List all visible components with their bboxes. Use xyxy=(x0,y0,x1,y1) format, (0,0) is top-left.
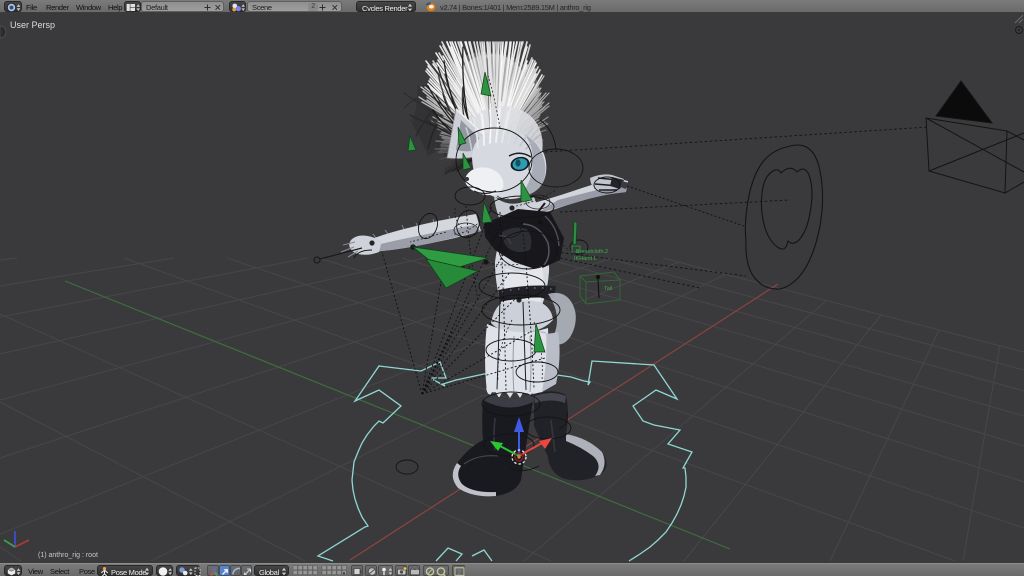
svg-text:User Persp: User Persp xyxy=(10,20,55,30)
svg-text:Breastcloth.2: Breastcloth.2 xyxy=(576,249,608,255)
svg-text:Tail: Tail xyxy=(604,286,612,292)
svg-text:(1) anthro_rig : root: (1) anthro_rig : root xyxy=(38,552,98,559)
svg-text:2: 2 xyxy=(457,570,461,576)
svg-text:IKHand.L: IKHand.L xyxy=(574,256,597,262)
